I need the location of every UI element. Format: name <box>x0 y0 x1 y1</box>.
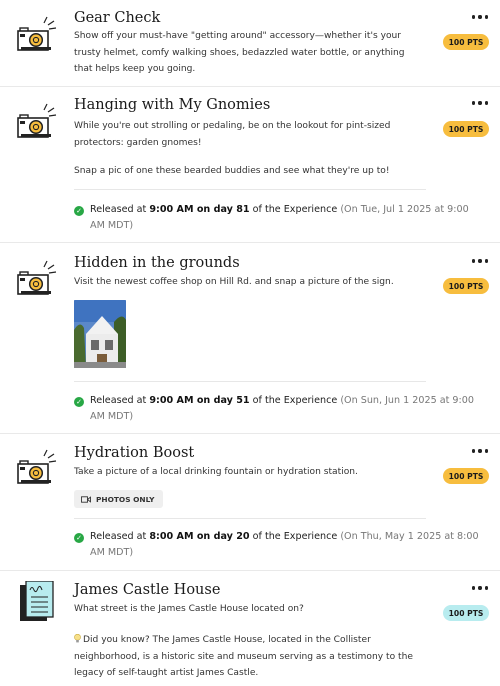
points-badge: 100 PTS <box>443 121 489 137</box>
challenge-description-secondary: Snap a pic of one these bearded buddies … <box>74 166 390 176</box>
release-info: ✓ Released at 9:00 AM on day 51 of the E… <box>74 393 484 425</box>
points-badge: 100 PTS <box>443 468 489 484</box>
video-camera-icon <box>81 495 91 503</box>
challenge-description: Show off your must-have "getting around"… <box>74 31 405 74</box>
photos-only-chip: PHOTOS ONLY <box>74 490 164 508</box>
check-circle-icon: ✓ <box>74 397 84 407</box>
more-options-icon[interactable] <box>470 256 490 266</box>
challenge-title: Hydration Boost <box>74 445 195 461</box>
challenge-title: Gear Check <box>74 10 161 26</box>
more-options-icon[interactable] <box>470 12 490 22</box>
challenge-title: Hanging with My Gnomies <box>74 97 271 113</box>
section-divider <box>74 381 426 382</box>
camera-icon <box>14 447 60 493</box>
camera-icon <box>14 101 60 147</box>
chip-label: PHOTOS ONLY <box>96 494 155 504</box>
section-divider <box>74 189 426 190</box>
camera-icon <box>14 258 60 304</box>
check-circle-icon: ✓ <box>74 206 84 216</box>
did-you-know-text: Did you know? The James Castle House, lo… <box>74 633 413 678</box>
release-info: ✓ Released at 8:00 AM on day 20 of the E… <box>74 529 484 561</box>
challenge-title: Hidden in the grounds <box>74 255 240 271</box>
submission-photo[interactable] <box>74 300 126 368</box>
more-options-icon[interactable] <box>470 446 490 456</box>
more-options-icon[interactable] <box>470 583 490 593</box>
points-badge: 100 PTS <box>443 278 489 294</box>
challenge-title: James Castle House <box>74 582 221 598</box>
challenge-card[interactable]: Hidden in the grounds Visit the newest c… <box>0 243 500 433</box>
release-info: ✓ Released at 9:00 AM on day 81 of the E… <box>74 202 484 234</box>
challenge-card[interactable]: Hanging with My Gnomies While you're out… <box>0 87 500 242</box>
challenge-card[interactable]: James Castle House What street is the Ja… <box>0 571 500 686</box>
camera-icon <box>14 14 60 60</box>
challenge-description: While you're out strolling or pedaling, … <box>74 121 391 148</box>
challenge-description: Visit the newest coffee shop on Hill Rd.… <box>74 277 394 287</box>
challenge-description: Take a picture of a local drinking fount… <box>74 467 358 477</box>
challenge-question: What street is the James Castle House lo… <box>74 604 304 614</box>
challenge-card[interactable]: Gear Check Show off your must-have "gett… <box>0 0 500 86</box>
more-options-icon[interactable] <box>470 98 490 108</box>
lightbulb-icon <box>74 633 81 643</box>
quiz-document-icon <box>14 580 60 627</box>
check-circle-icon: ✓ <box>74 533 84 543</box>
challenge-card[interactable]: Hydration Boost Take a picture of a loca… <box>0 434 500 570</box>
points-badge: 100 PTS <box>443 34 489 50</box>
points-badge: 100 PTS <box>443 605 489 621</box>
section-divider <box>74 518 426 519</box>
